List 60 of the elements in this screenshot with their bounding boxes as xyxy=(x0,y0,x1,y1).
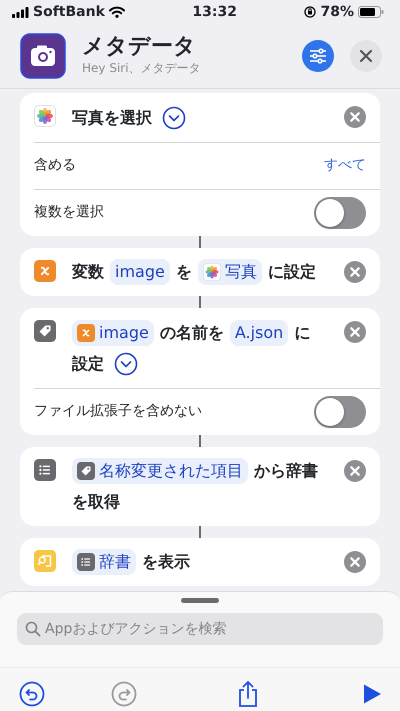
action-text: 写真を選択 xyxy=(72,106,152,129)
close-icon xyxy=(359,49,373,63)
wifi-icon xyxy=(108,6,125,18)
battery-percent: 78% xyxy=(320,2,354,22)
signal-icon xyxy=(12,6,29,18)
clock-time: 13:32 xyxy=(192,2,237,22)
remove-button[interactable] xyxy=(344,460,366,482)
carrier-name: SoftBank xyxy=(33,2,105,22)
variable-token[interactable]: 辞書 xyxy=(72,549,136,576)
action-text: に設定 xyxy=(268,261,316,284)
option-label: 含める xyxy=(34,156,76,176)
search-icon xyxy=(25,621,41,637)
action-text: を表示 xyxy=(142,551,190,574)
battery-icon xyxy=(358,6,384,18)
variable-token[interactable]: 名称変更された項目 xyxy=(72,458,248,484)
chevron-down-button[interactable] xyxy=(114,352,138,376)
close-button[interactable] xyxy=(350,40,382,72)
flower-icon xyxy=(202,263,221,282)
remove-button[interactable] xyxy=(344,550,366,573)
remove-button[interactable] xyxy=(344,321,366,344)
variable-token[interactable]: image xyxy=(110,259,170,286)
share-icon xyxy=(237,680,259,708)
play-icon xyxy=(361,682,383,704)
remove-button[interactable] xyxy=(344,106,366,128)
undo-button[interactable] xyxy=(18,680,46,708)
rotation-lock-icon xyxy=(304,6,316,18)
quick-look-icon xyxy=(34,550,56,572)
shortcut-title: メタデータ xyxy=(82,34,197,60)
shortcut-subtitle: Hey Siri、メタデータ xyxy=(82,60,202,78)
camera-icon xyxy=(20,33,66,79)
tag-icon xyxy=(34,320,56,342)
drag-handle[interactable] xyxy=(181,598,219,603)
option-value[interactable]: すべて xyxy=(324,155,366,176)
chevron-down-button[interactable] xyxy=(162,106,186,130)
list-icon xyxy=(34,458,56,480)
action-text: を取得 xyxy=(72,490,120,513)
variable-token[interactable]: A.json xyxy=(230,320,288,346)
variable-token[interactable]: 写真 xyxy=(198,259,262,286)
remove-button[interactable] xyxy=(344,260,366,283)
sliders-icon xyxy=(308,47,328,65)
action-text: から辞書 xyxy=(254,460,318,482)
variable-icon xyxy=(77,324,95,342)
toggle-switch[interactable] xyxy=(314,196,366,229)
toggle-switch[interactable] xyxy=(314,396,366,428)
flower-icon xyxy=(34,105,56,127)
option-label: 複数を選択 xyxy=(34,203,104,222)
variable-token[interactable]: image xyxy=(72,320,154,346)
action-text: 設定 xyxy=(72,352,104,374)
search-field[interactable]: Appおよびアクションを検索 xyxy=(17,613,383,645)
settings-button[interactable] xyxy=(302,40,334,72)
action-text: に xyxy=(294,322,310,344)
action-text: 変数 xyxy=(72,261,104,284)
list-icon xyxy=(77,553,95,572)
variable-icon xyxy=(34,260,56,282)
tag-icon xyxy=(77,462,95,480)
option-label: ファイル拡張子を含めない xyxy=(34,402,202,421)
action-text: を xyxy=(176,261,192,284)
redo-icon xyxy=(111,680,137,706)
undo-icon xyxy=(19,680,45,706)
action-text: の名前を xyxy=(160,322,224,344)
